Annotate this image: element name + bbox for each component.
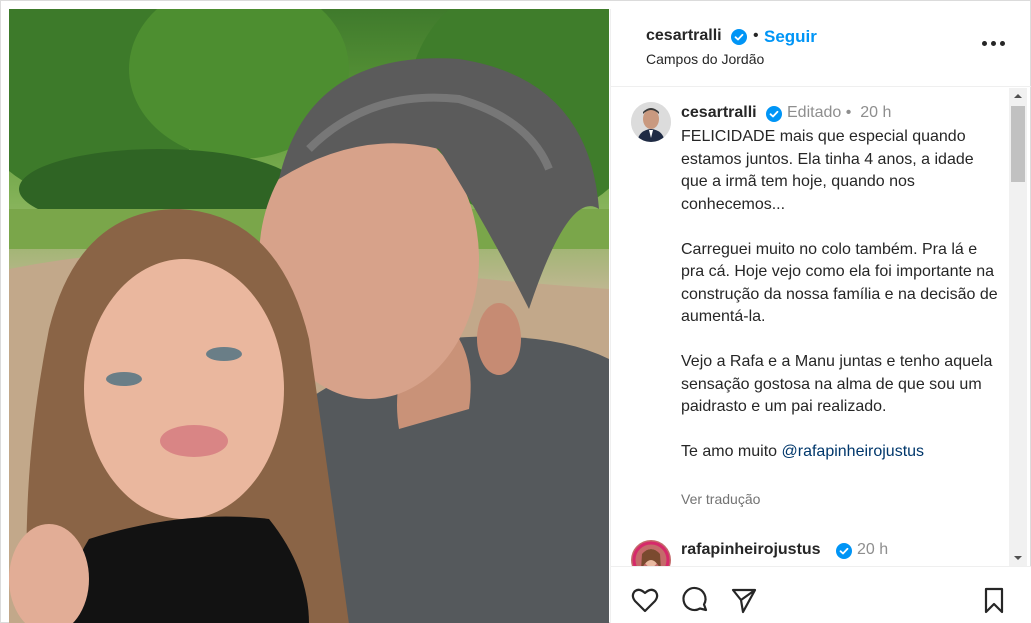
instagram-post-window: cesartralli • Seguir Campos do Jordão ce… bbox=[0, 0, 1031, 623]
edited-label: Editado bbox=[787, 104, 842, 121]
comment-icon[interactable] bbox=[680, 585, 710, 615]
comments-list: cesartralli Editado • 20 h FELICIDADE ma… bbox=[611, 88, 1009, 566]
see-translation-link[interactable]: Ver tradução bbox=[681, 491, 760, 507]
header-separator: • bbox=[753, 27, 759, 44]
caption-paragraph: Vejo a Rafa e a Manu juntas e tenho aque… bbox=[681, 353, 993, 415]
verified-badge-icon bbox=[836, 543, 852, 559]
caption-closing: Te amo muito @rafapinheirojustus bbox=[681, 441, 1001, 464]
caption-paragraph: Carreguei muito no colo também. Pra lá e… bbox=[681, 240, 998, 326]
scroll-down-arrow-icon[interactable] bbox=[1009, 550, 1027, 566]
post-location[interactable]: Campos do Jordão bbox=[646, 51, 764, 67]
caption-timestamp[interactable]: 20 h bbox=[860, 104, 891, 121]
commenter-avatar-image bbox=[631, 540, 671, 566]
comment-timestamp[interactable]: 20 h bbox=[857, 541, 888, 559]
follow-button[interactable]: Seguir bbox=[764, 27, 817, 47]
comments-scrollbar[interactable] bbox=[1009, 88, 1027, 566]
author-avatar[interactable] bbox=[631, 102, 671, 142]
author-username[interactable]: cesartralli bbox=[646, 27, 722, 45]
action-bar bbox=[611, 566, 1031, 623]
heart-icon[interactable] bbox=[630, 585, 660, 615]
verified-badge-icon bbox=[731, 29, 747, 45]
caption-meta: Editado • 20 h bbox=[787, 104, 892, 121]
bookmark-icon[interactable] bbox=[979, 585, 1009, 615]
caption-closing-text: Te amo muito bbox=[681, 443, 778, 460]
commenter-avatar[interactable] bbox=[631, 540, 671, 566]
caption-paragraph: FELICIDADE mais que especial quando esta… bbox=[681, 128, 974, 213]
post-details-pane: cesartralli • Seguir Campos do Jordão ce… bbox=[610, 9, 1031, 623]
scrollbar-thumb[interactable] bbox=[1011, 106, 1025, 182]
post-header: cesartralli • Seguir Campos do Jordão bbox=[611, 9, 1031, 87]
scroll-up-arrow-icon[interactable] bbox=[1009, 88, 1027, 104]
photo-illustration bbox=[9, 9, 609, 623]
post-photo[interactable] bbox=[9, 9, 609, 623]
caption-text: FELICIDADE mais que especial quando esta… bbox=[681, 126, 1001, 486]
commenter-username[interactable]: rafapinheirojustus bbox=[681, 541, 821, 559]
share-icon[interactable] bbox=[729, 585, 759, 615]
more-options-icon[interactable] bbox=[981, 37, 1007, 51]
author-avatar-image bbox=[631, 102, 671, 142]
mention-link[interactable]: @rafapinheirojustus bbox=[782, 443, 925, 460]
caption-username[interactable]: cesartralli bbox=[681, 104, 757, 122]
verified-badge-icon bbox=[766, 106, 782, 122]
